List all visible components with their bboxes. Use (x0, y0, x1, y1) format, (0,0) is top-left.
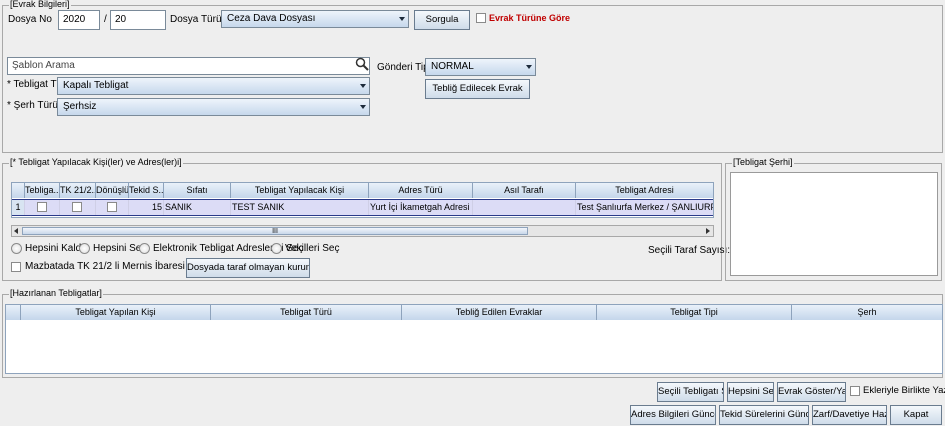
evrak-turune-gore-label: Evrak Türüne Göre (489, 13, 571, 23)
zarf-davetiye-hazirla-button[interactable]: Zarf/Davetiye Hazırla (812, 405, 887, 425)
scroll-thumb[interactable]: III (22, 227, 528, 235)
vekilleri-sec-radio[interactable] (271, 243, 282, 254)
chevron-down-icon (399, 17, 405, 21)
tebligat-turu-value: Kapalı Tebligat (63, 80, 129, 91)
kisiler-table: Tebliga... TK 21/2... Dönüşlü Tekid S...… (11, 182, 714, 218)
evrak-goster-yazdir-button[interactable]: Evrak Göster/Yazdır (777, 382, 846, 402)
mazbatada-checkbox[interactable] (11, 262, 21, 272)
dosya-no-slash: / (104, 14, 107, 25)
hazirlanan-table: Tebligat Yapılan Kişi Tebligat Türü Tebl… (5, 304, 943, 374)
tebligat-serhi-textarea[interactable] (730, 172, 938, 276)
hepsini-sec-button[interactable]: Hepsini Seç (727, 382, 774, 402)
row-header-corner (6, 305, 21, 320)
tk212-cell (60, 200, 96, 215)
donuslu-checkbox[interactable] (107, 202, 117, 212)
col-serh[interactable]: Şerh (792, 305, 942, 320)
dosya-no-label: Dosya No (8, 14, 52, 25)
ekleriyle-label: Ekleriyle Birlikte Yazdır (863, 385, 945, 396)
table-row[interactable]: 1 15 SANIK TEST SANIK Yurt İçi İkametgah… (12, 199, 713, 216)
tk212-checkbox[interactable] (72, 202, 82, 212)
horizontal-scrollbar[interactable]: III (11, 225, 714, 237)
tebligat-cell (25, 200, 60, 215)
sifati-cell: SANIK (164, 200, 231, 215)
dosyada-taraf-olmayan-button[interactable]: Dosyada taraf olmayan kurum ekle (186, 258, 310, 278)
col-asil-tarafi[interactable]: Asıl Tarafı (473, 183, 576, 198)
evrak-bilgileri-legend: [Evrak Bilgileri] (9, 0, 71, 10)
tekid-cell[interactable]: 15 (129, 200, 164, 215)
col-sifati[interactable]: Sıfatı (164, 183, 231, 198)
chevron-down-icon (360, 105, 366, 109)
col-teblig-edilen[interactable]: Tebliğ Edilen Evraklar (402, 305, 597, 320)
col-adres-turu[interactable]: Adres Türü (369, 183, 473, 198)
ekleriyle-checkbox[interactable] (850, 386, 860, 396)
gonderi-tipi-value: NORMAL (431, 61, 474, 72)
kisiler-legend: [* Tebligat Yapılacak Kişi(ler) ve Adres… (9, 157, 183, 168)
asil-tarafi-cell (473, 200, 576, 215)
secili-tebligati-sil-button[interactable]: Seçili Tebligatı Sil (657, 382, 724, 402)
col-yapilan-kisi[interactable]: Tebligat Yapılan Kişi (21, 305, 211, 320)
col-tebligat-turu[interactable]: Tebligat Türü (211, 305, 402, 320)
hepsini-sec-radio[interactable] (79, 243, 90, 254)
col-tk212[interactable]: TK 21/2... (60, 183, 96, 198)
teblig-edilecek-evrak-button[interactable]: Tebliğ Edilecek Evrak (425, 79, 530, 99)
hepsini-kaldir-radio[interactable] (11, 243, 22, 254)
kapat-button[interactable]: Kapat (890, 405, 942, 425)
col-tebligat-adresi[interactable]: Tebligat Adresi (576, 183, 713, 198)
sablon-arama-placeholder: Şablon Arama (12, 60, 75, 71)
hepsini-kaldir-label: Hepsini Kaldır (25, 243, 88, 254)
scroll-right-icon[interactable] (706, 228, 710, 234)
col-tebligat-tipi[interactable]: Tebligat Tipi (597, 305, 792, 320)
tebligat-adresi-cell: Test Şanlıurfa Merkez / ŞANLIURFA (577, 202, 713, 212)
vekilleri-sec-label: Vekilleri Seç (285, 243, 340, 254)
chevron-down-icon (360, 84, 366, 88)
col-kisi[interactable]: Tebligat Yapılacak Kişi (231, 183, 369, 198)
row-header-corner (12, 183, 25, 198)
adres-bilgileri-guncelle-button[interactable]: Adres Bilgileri Güncelle (630, 405, 716, 425)
serh-turu-value: Şerhsiz (63, 101, 97, 112)
col-tekid[interactable]: Tekid S... (129, 183, 164, 198)
adres-turu-cell: Yurt İçi İkametgah Adresi (369, 200, 473, 215)
sorgula-button[interactable]: Sorgula (414, 10, 470, 30)
col-tebligat[interactable]: Tebliga... (25, 183, 60, 198)
tebligat-serhi-legend: [Tebligat Şerhi] (732, 157, 794, 168)
dosya-sira-input[interactable]: 20 (110, 10, 166, 30)
gonderi-tipi-label: Gönderi Tipi (377, 62, 431, 73)
chevron-down-icon (526, 65, 532, 69)
scroll-left-icon[interactable] (14, 228, 18, 234)
tebligat-checkbox[interactable] (37, 202, 47, 212)
gonderi-tipi-combo[interactable]: NORMAL (425, 58, 536, 76)
tebligat-turu-combo[interactable]: Kapalı Tebligat (57, 77, 370, 95)
dosya-turu-value: Ceza Dava Dosyası (227, 13, 316, 24)
sablon-arama-input[interactable]: Şablon Arama (7, 57, 370, 75)
kisi-cell: TEST SANIK (231, 200, 369, 215)
row-number: 1 (12, 200, 25, 215)
serh-turu-label: * Şerh Türü (7, 100, 58, 111)
search-icon[interactable] (355, 57, 369, 71)
evrak-turune-gore-checkbox[interactable] (476, 13, 486, 23)
serh-turu-combo[interactable]: Şerhsiz (57, 98, 370, 116)
col-donuslu[interactable]: Dönüşlü (96, 183, 129, 198)
donuslu-cell (96, 200, 129, 215)
dosya-yil-input[interactable]: 2020 (58, 10, 100, 30)
dosya-turu-combo[interactable]: Ceza Dava Dosyası (221, 10, 409, 28)
tekid-sureleri-guncelle-button[interactable]: Tekid Sürelerini Güncelle (719, 405, 809, 425)
hazirlanan-legend: [Hazırlanan Tebligatlar] (9, 288, 103, 299)
elektronik-adres-radio[interactable] (139, 243, 150, 254)
scroll-thumb-grip: III (272, 228, 278, 235)
dosya-turu-label: Dosya Türü (170, 14, 222, 25)
